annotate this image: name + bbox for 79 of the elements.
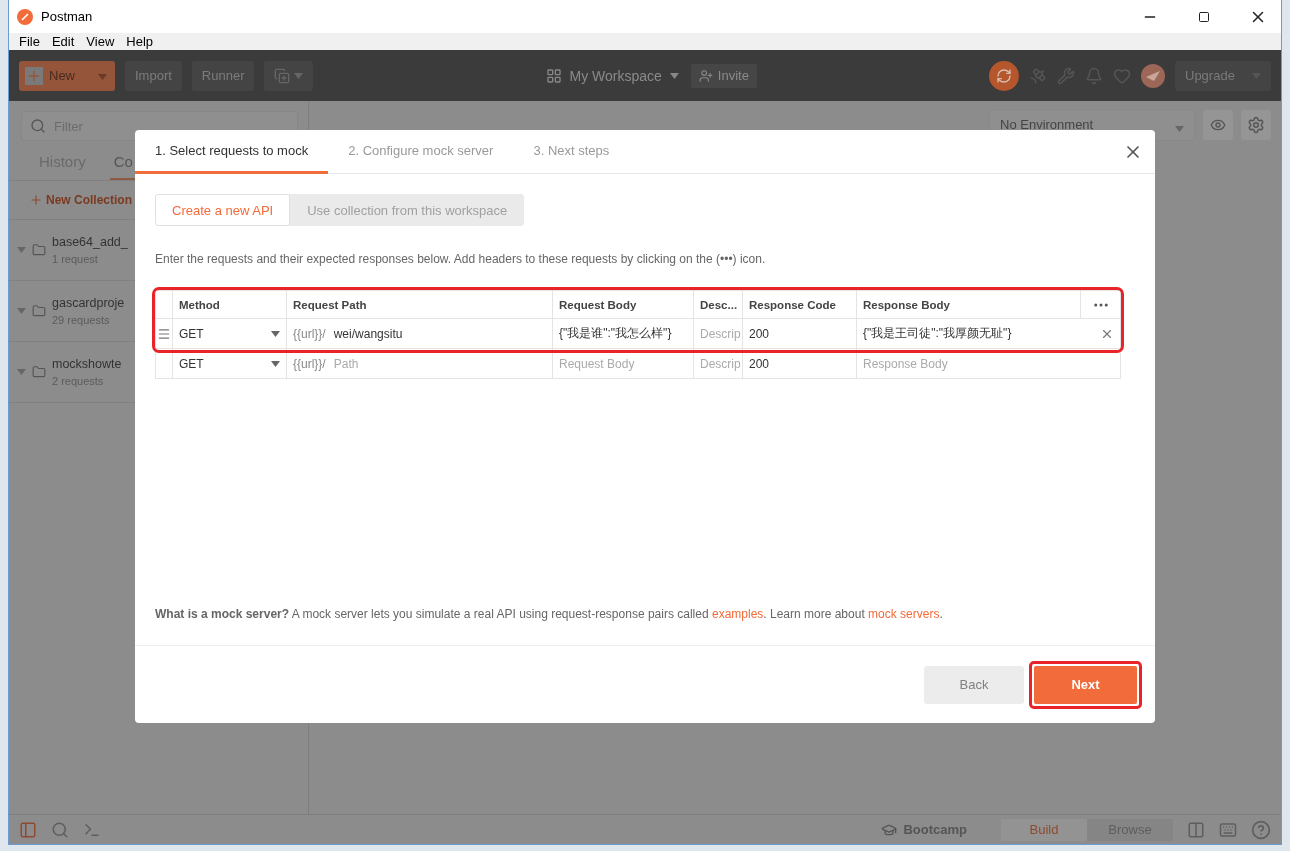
menu-item[interactable]: Help: [120, 33, 160, 50]
bell-icon[interactable]: [1085, 66, 1103, 85]
path-field[interactable]: {{url}}/ Path: [286, 349, 552, 378]
step-tab[interactable]: 3. Next steps: [513, 130, 630, 174]
expand-caret-icon: [17, 308, 26, 314]
two-pane-icon[interactable]: [1187, 820, 1205, 839]
avatar[interactable]: [1141, 63, 1165, 88]
caret-icon: [669, 72, 679, 79]
caret-icon: [1175, 126, 1184, 132]
request-body-field[interactable]: {"我是谁":"我怎么样"}: [552, 319, 693, 348]
step-tab[interactable]: 1. Select requests to mock: [135, 130, 329, 174]
source-tab[interactable]: Use collection from this workspace: [290, 194, 525, 226]
eye-icon: [1210, 117, 1226, 133]
source-tab[interactable]: Create a new API: [155, 194, 291, 226]
wrench-icon[interactable]: [1057, 66, 1075, 85]
description-field[interactable]: Descrip: [693, 349, 742, 378]
help-icon[interactable]: [1251, 819, 1271, 840]
expand-caret-icon: [17, 369, 26, 375]
method-select[interactable]: GET: [172, 319, 286, 348]
folder-icon: [32, 365, 46, 379]
collection-name: base64_add_: [52, 235, 128, 249]
info-text: What is a mock server? A mock server lets you simulate a real API using request-response pairs called examples. Learn more about mock servers.: [155, 607, 944, 623]
description-field[interactable]: Descrip: [693, 319, 742, 348]
maximize-icon[interactable]: [1198, 10, 1210, 23]
app-logo: [17, 8, 33, 25]
caret-icon: [271, 330, 280, 337]
search-icon: [30, 118, 46, 134]
menu-item[interactable]: View: [80, 33, 121, 50]
path-field[interactable]: {{url}}/ wei/wangsitu: [286, 319, 552, 348]
toolbar-button[interactable]: Runner: [191, 60, 255, 91]
folder-icon: [32, 243, 46, 257]
new-window-button[interactable]: [264, 60, 314, 91]
response-body-field[interactable]: Response Body: [856, 349, 1080, 378]
settings-icon: [1247, 116, 1265, 134]
caret-icon: [98, 74, 107, 80]
user-plus-icon: [698, 68, 713, 83]
menu-item[interactable]: Edit: [45, 33, 81, 50]
menu-item[interactable]: File: [13, 33, 46, 50]
workspace-switcher[interactable]: My Workspace: [545, 67, 679, 84]
next-button[interactable]: Next: [1034, 665, 1137, 704]
step-tab[interactable]: 2. Configure mock server: [328, 130, 514, 174]
response-body-field[interactable]: {"我是王司徒":"我厚颜无耻"}: [856, 319, 1080, 348]
sync-icon: [996, 67, 1012, 84]
plus-icon: [29, 193, 43, 207]
instructions-text: Enter the requests and their expected responses below. Add headers to these requests by clicking on the (•••) icon.: [155, 252, 767, 266]
column-header: Method: [179, 298, 220, 311]
column-header: Response Body: [863, 298, 950, 311]
folder-icon: [32, 304, 46, 318]
column-header: Response Code: [749, 298, 836, 311]
sidebar-toggle-icon[interactable]: [19, 820, 37, 839]
expand-caret-icon: [17, 247, 26, 253]
sync-button[interactable]: [989, 60, 1019, 91]
heart-icon[interactable]: [1113, 66, 1131, 85]
window-title: Postman: [41, 9, 94, 24]
drag-handle-icon[interactable]: [157, 326, 171, 341]
method-select[interactable]: GET: [172, 349, 286, 378]
back-button[interactable]: Back: [924, 665, 1024, 704]
toolbar-button[interactable]: Import: [125, 60, 182, 91]
caret-icon: [294, 72, 304, 79]
response-code-field[interactable]: 200: [742, 319, 856, 348]
invite-button[interactable]: Invite: [690, 63, 757, 88]
settings-button[interactable]: [1241, 110, 1271, 140]
mode-tab[interactable]: Build: [1001, 818, 1087, 841]
eye-button[interactable]: [1203, 110, 1233, 140]
column-header: Request Body: [559, 298, 637, 311]
search-icon[interactable]: [51, 820, 69, 839]
satellite-icon[interactable]: [1029, 66, 1047, 85]
collection-name: gascardproje: [52, 296, 125, 310]
column-header: Desc...: [700, 298, 738, 311]
new-window-icon: [274, 67, 291, 84]
collection-name: mockshowte: [52, 357, 122, 371]
keyboard-icon[interactable]: [1219, 820, 1237, 839]
new-button[interactable]: New: [19, 60, 115, 91]
response-code-field[interactable]: 200: [742, 349, 856, 378]
caret-icon: [271, 360, 280, 367]
grid-icon: [545, 67, 562, 84]
column-header: Request Path: [293, 298, 367, 311]
paper-plane-icon: [1146, 70, 1160, 81]
request-body-field[interactable]: Request Body: [552, 349, 693, 378]
